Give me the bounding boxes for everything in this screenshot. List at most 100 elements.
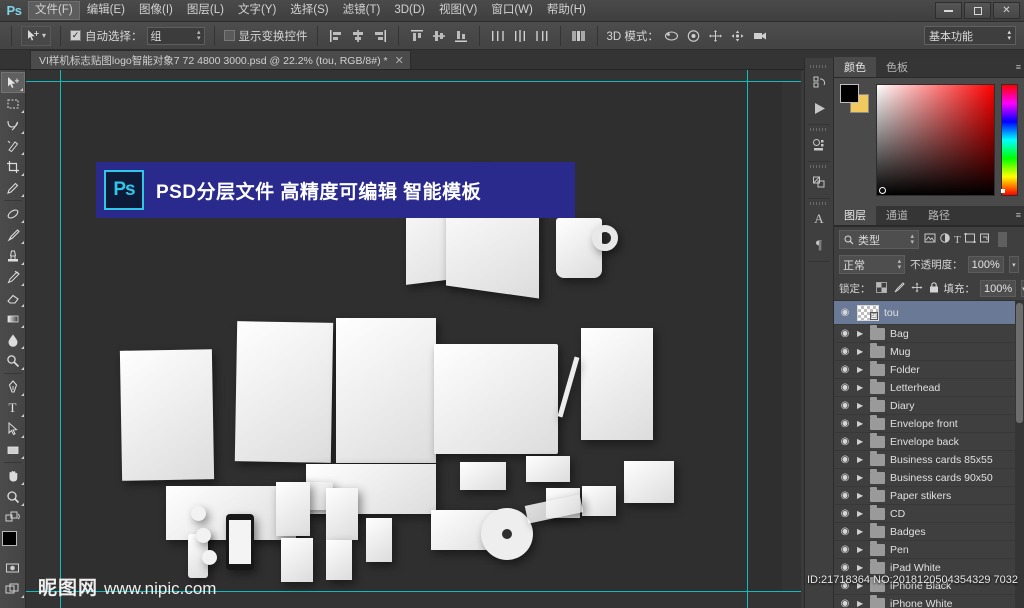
table-row[interactable]: ◉ ▶ Letterhead (834, 378, 1024, 397)
workspace-selector[interactable]: 基本功能 ▴ ▾ (924, 26, 1016, 45)
table-row[interactable]: ◉ ▶ Business cards 90x50 (834, 468, 1024, 487)
tab-layers[interactable]: 图层 (834, 205, 876, 225)
tab-color[interactable]: 颜色 (834, 57, 876, 77)
group-expand-icon[interactable]: ▶ (857, 401, 865, 410)
table-row[interactable]: ◉ ▶ Business cards 85x55 (834, 450, 1024, 469)
smart-object-filter-icon[interactable] (979, 232, 991, 247)
guide-vertical-left[interactable] (60, 70, 61, 608)
show-transform-checkbox[interactable] (223, 30, 235, 41)
layer-visibility-icon[interactable]: ◉ (838, 400, 852, 411)
align-right-edges-icon[interactable] (371, 27, 389, 45)
minimize-button[interactable] (935, 2, 962, 19)
layer-visibility-icon[interactable]: ◉ (838, 346, 852, 357)
lock-image-pixels-icon[interactable] (893, 281, 905, 296)
layer-visibility-icon[interactable]: ◉ (838, 598, 852, 608)
layer-visibility-icon[interactable]: ◉ (838, 562, 852, 573)
tool-clone-stamp[interactable] (1, 245, 25, 266)
close-button[interactable]: ✕ (993, 2, 1020, 19)
pan-3d-icon[interactable] (707, 27, 725, 45)
tab-paths[interactable]: 路径 (918, 205, 960, 225)
distribute-left-icon[interactable] (489, 27, 507, 45)
group-expand-icon[interactable]: ▶ (857, 437, 865, 446)
group-expand-icon[interactable]: ▶ (857, 455, 865, 464)
group-expand-icon[interactable]: ▶ (857, 527, 865, 536)
paragraph-icon[interactable]: ¶ (805, 232, 833, 258)
tool-marquee[interactable] (1, 93, 25, 114)
layer-visibility-icon[interactable]: ◉ (838, 418, 852, 429)
table-row[interactable]: ◉ ▶ Badges (834, 522, 1024, 541)
distribute-right-icon[interactable] (533, 27, 551, 45)
layer-list[interactable]: ◉ ◰ tou ◉ ▶ Bag ◉ ▶ Mug ◉ ▶ Folder ◉ ▶ L… (834, 300, 1024, 608)
layer-visibility-icon[interactable]: ◉ (838, 472, 852, 483)
group-expand-icon[interactable]: ▶ (857, 419, 865, 428)
group-expand-icon[interactable]: ▶ (857, 491, 865, 500)
hue-slider[interactable] (1001, 84, 1018, 196)
tool-blur[interactable] (1, 329, 25, 350)
character-icon[interactable]: A (805, 206, 833, 232)
layer-visibility-icon[interactable]: ◉ (838, 382, 852, 393)
canvas-area[interactable]: Ps PSD分层文件 高精度可编辑 智能模板 昵图网 www.nipic.com (26, 70, 801, 608)
lock-all-icon[interactable] (929, 281, 939, 296)
color-panel-foreground-swatch[interactable] (840, 84, 859, 103)
menu-item-filter[interactable]: 滤镜(T) (336, 1, 388, 20)
tool-move[interactable] (0, 72, 25, 93)
dock-grip-styles[interactable] (810, 165, 828, 168)
tool-hand[interactable] (1, 465, 25, 486)
group-expand-icon[interactable]: ▶ (857, 599, 865, 608)
layer-visibility-icon[interactable]: ◉ (838, 454, 852, 465)
lock-transparent-pixels-icon[interactable] (875, 281, 887, 296)
tool-crop[interactable] (1, 156, 25, 177)
menu-item-help[interactable]: 帮助(H) (540, 1, 593, 20)
align-vertical-centers-icon[interactable] (349, 27, 367, 45)
color-swatches[interactable] (1, 531, 25, 557)
current-tool-button[interactable]: ▾ (21, 25, 52, 46)
table-row[interactable]: ◉ ▶ Folder (834, 360, 1024, 379)
table-row[interactable]: ◉ ▶ Diary (834, 396, 1024, 415)
table-row[interactable]: ◉ ▶ Pen (834, 540, 1024, 559)
quick-mask-button[interactable] (1, 557, 25, 578)
guide-vertical-right[interactable] (747, 70, 748, 608)
layer-visibility-icon[interactable]: ◉ (838, 544, 852, 555)
tool-history-brush[interactable] (1, 266, 25, 287)
tool-quick-selection[interactable] (1, 135, 25, 156)
tab-channels[interactable]: 通道 (876, 205, 918, 225)
layer-visibility-icon[interactable]: ◉ (838, 328, 852, 339)
layer-filter-toggle[interactable] (997, 232, 1007, 247)
guide-horizontal-top[interactable] (26, 81, 801, 82)
group-expand-icon[interactable]: ▶ (857, 545, 865, 554)
tool-healing-brush[interactable] (1, 203, 25, 224)
layer-visibility-icon[interactable]: ◉ (838, 307, 852, 318)
table-row[interactable]: ◉ ▶ Envelope back (834, 432, 1024, 451)
maximize-button[interactable] (964, 2, 991, 19)
type-filter-icon[interactable]: T (954, 234, 961, 246)
color-picker-field[interactable] (876, 84, 995, 196)
group-expand-icon[interactable]: ▶ (857, 563, 865, 572)
menu-item-layer[interactable]: 图层(L) (180, 1, 231, 20)
align-horizontal-centers-icon[interactable] (430, 27, 448, 45)
history-icon[interactable] (805, 69, 833, 95)
screen-mode-button[interactable] (1, 578, 25, 599)
timeline-play-icon[interactable] (805, 95, 833, 121)
tool-eraser[interactable] (1, 287, 25, 308)
align-bottom-edges-icon[interactable] (452, 27, 470, 45)
auto-align-layers-icon[interactable] (570, 27, 588, 45)
table-row[interactable]: ◉ ▶ iPhone White (834, 594, 1024, 608)
table-row[interactable]: ◉ ▶ Paper stikers (834, 486, 1024, 505)
pixel-filter-icon[interactable] (924, 232, 936, 247)
menu-item-3d[interactable]: 3D(D) (387, 1, 432, 20)
group-expand-icon[interactable]: ▶ (857, 347, 865, 356)
camera-3d-icon[interactable] (751, 27, 769, 45)
document-tab[interactable]: VI样机标志贴图logo智能对象7 72 4800 3000.psd @ 22.… (30, 50, 411, 69)
auto-select-checkbox[interactable]: ✓ (70, 30, 82, 41)
layers-panel-menu-icon[interactable]: ≡ (1016, 210, 1021, 220)
color-panel-swatches[interactable] (840, 84, 870, 114)
tool-brush[interactable] (1, 224, 25, 245)
distribute-center-icon[interactable] (511, 27, 529, 45)
tool-dodge[interactable] (1, 350, 25, 371)
dock-grip-character[interactable] (810, 202, 828, 205)
opacity-value[interactable]: 100% (967, 256, 1004, 273)
layer-list-scrollbar[interactable] (1015, 301, 1024, 608)
tool-gradient[interactable] (1, 308, 25, 329)
roll-3d-icon[interactable] (685, 27, 703, 45)
menu-item-select[interactable]: 选择(S) (283, 1, 335, 20)
